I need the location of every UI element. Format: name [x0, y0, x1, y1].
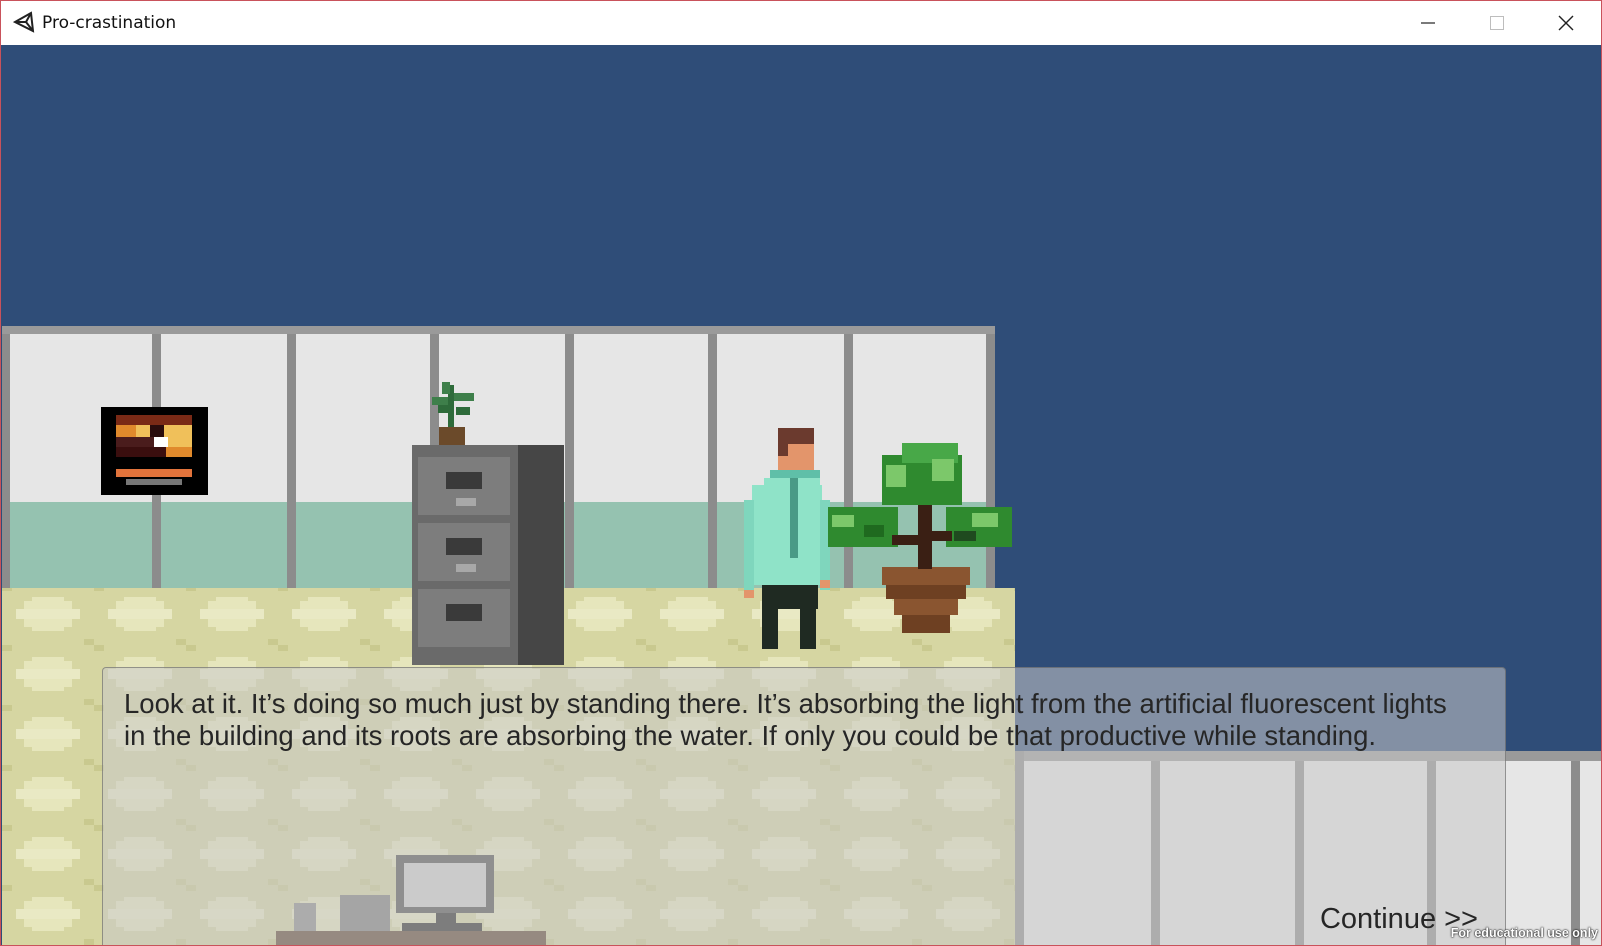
game-window: Pro-crastination Look at it. It’s doing … [0, 0, 1602, 946]
wall-painting [101, 407, 208, 495]
close-icon [1558, 15, 1574, 31]
title-bar[interactable]: Pro-crastination [1, 1, 1601, 45]
minimize-button[interactable] [1405, 1, 1451, 45]
filing-cabinet [412, 445, 564, 665]
close-button[interactable] [1543, 1, 1589, 45]
minimize-icon [1421, 22, 1435, 24]
dialogue-text: Look at it. It’s doing so much just by s… [124, 688, 1447, 751]
dialogue-box: Look at it. It’s doing so much just by s… [102, 667, 1506, 945]
educational-watermark: For educational use only [1450, 926, 1598, 940]
game-viewport[interactable]: Look at it. It’s doing so much just by s… [2, 45, 1601, 945]
unity-logo-icon [13, 11, 35, 33]
window-title: Pro-crastination [42, 13, 177, 33]
maximize-button[interactable] [1474, 1, 1520, 45]
maximize-icon [1490, 16, 1504, 30]
